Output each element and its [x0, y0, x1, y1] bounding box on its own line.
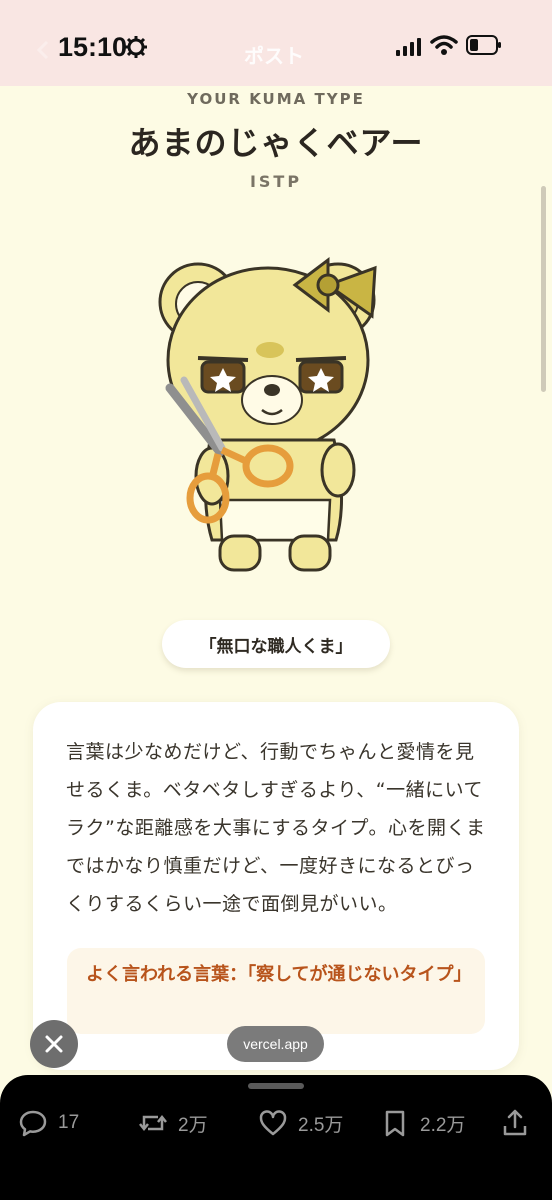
heart-icon [259, 1110, 287, 1136]
reply-button[interactable]: 17 [18, 1106, 79, 1140]
type-title: あまのじゃくベアー [128, 124, 424, 162]
reply-icon [19, 1110, 47, 1137]
nav-title: ポスト [244, 44, 304, 68]
share-icon [503, 1109, 527, 1136]
drag-handle[interactable] [248, 1083, 304, 1089]
domain-pill[interactable]: vercel.app [227, 1026, 324, 1062]
battery-icon [466, 35, 501, 55]
repost-button[interactable]: 2万 [138, 1106, 208, 1140]
like-count: 2.5万 [298, 1114, 344, 1136]
repost-icon [139, 1114, 167, 1132]
reply-count: 17 [58, 1112, 80, 1133]
kuma-type-label: YOUR KUMA TYPE [187, 90, 365, 108]
like-button[interactable]: 2.5万 [258, 1106, 343, 1140]
back-chevron-icon[interactable] [36, 40, 50, 60]
close-button[interactable] [30, 1020, 78, 1068]
bookmark-count: 2.2万 [420, 1114, 466, 1136]
share-button[interactable] [500, 1106, 540, 1140]
nickname-badge: 「無口な職人くま」 [162, 620, 390, 668]
wifi-icon [430, 35, 458, 55]
mbti-code: ISTP [249, 172, 303, 191]
bear-illustration [158, 256, 377, 572]
cellular-signal-icon [396, 38, 421, 56]
status-time: 15:10 [58, 32, 128, 62]
bookmark-button[interactable]: 2.2万 [380, 1106, 465, 1140]
status-bar: ポスト 15:10 [0, 0, 552, 86]
description-text: 言葉は少なめだけど、行動でちゃんと愛情を見せるくま。ベタベタしすぎるより、“一緒… [66, 741, 486, 915]
bookmark-icon [385, 1110, 405, 1137]
scrollbar[interactable] [541, 186, 546, 392]
quote-text: よく言われる言葉：「察してが通じないタイプ」 [86, 964, 472, 985]
settings-gear-icon [125, 36, 147, 58]
repost-count: 2万 [178, 1114, 208, 1136]
close-icon [45, 1035, 63, 1053]
